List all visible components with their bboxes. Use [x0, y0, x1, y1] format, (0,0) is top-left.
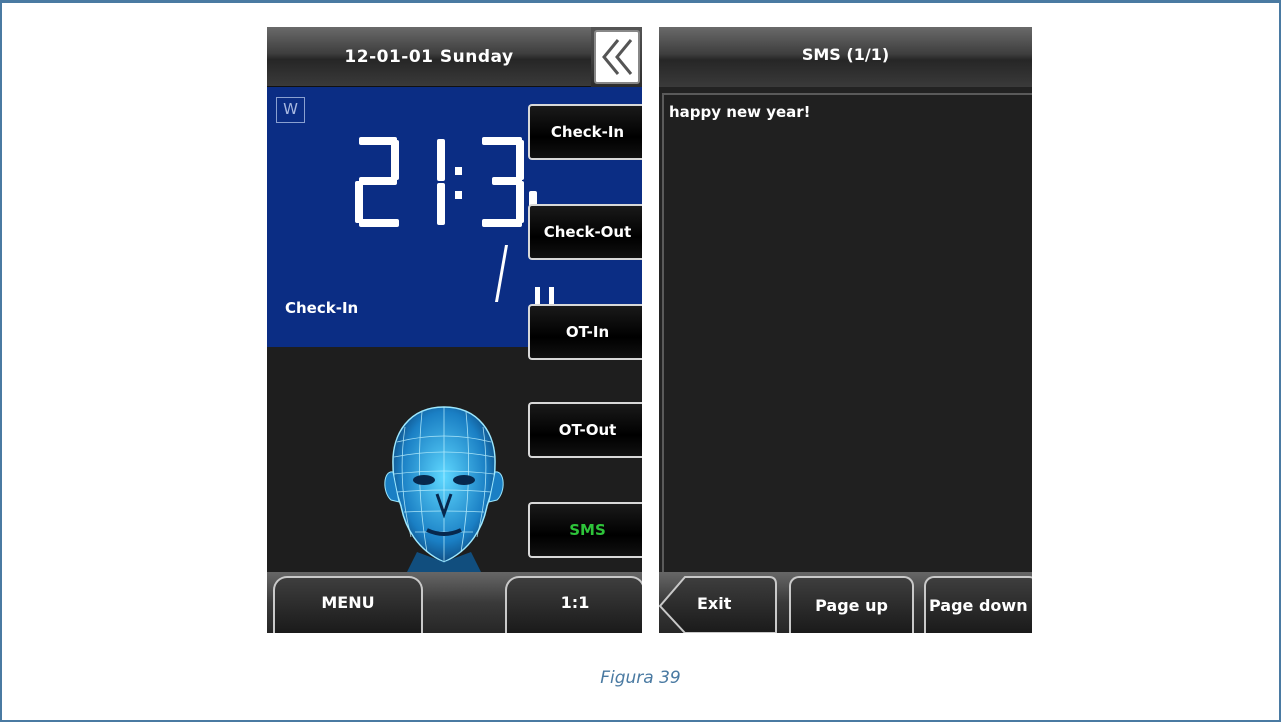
- sms-title: SMS (1/1): [659, 27, 1032, 87]
- date-bar: 12-01-01 Sunday: [267, 27, 591, 87]
- message-text: happy new year!: [669, 103, 811, 121]
- sms-screen: SMS (1/1) happy new year! Exit Page up P…: [659, 27, 1032, 633]
- face-icon: [384, 406, 504, 572]
- check-in-button[interactable]: Check-In: [528, 104, 642, 160]
- collapse-button[interactable]: [591, 27, 642, 87]
- verify-mode-button[interactable]: 1:1: [505, 576, 642, 633]
- check-out-button[interactable]: Check-Out: [528, 204, 642, 260]
- bottom-bar: MENU 1:1: [267, 572, 642, 633]
- ot-out-button[interactable]: OT-Out: [528, 402, 642, 458]
- figure-caption: Figura 39: [600, 668, 681, 688]
- menu-button[interactable]: MENU: [273, 576, 423, 633]
- double-chevron-left-icon: [602, 39, 633, 75]
- attendance-status: Check-In: [285, 299, 359, 317]
- page-down-button[interactable]: Page down: [924, 576, 1032, 633]
- date-label: 12-01-01 Sunday: [344, 47, 514, 67]
- exit-button[interactable]: Exit: [659, 576, 777, 633]
- exit-label: Exit: [697, 594, 732, 613]
- message-area: happy new year!: [662, 93, 1032, 593]
- sms-bottom-bar: Exit Page up Page down: [659, 572, 1032, 633]
- ot-in-button[interactable]: OT-In: [528, 304, 642, 360]
- attendance-main-screen: 12-01-01 Sunday W Check-In Check-In Chec…: [267, 27, 642, 633]
- page-up-button[interactable]: Page up: [789, 576, 914, 633]
- sms-button[interactable]: SMS: [528, 502, 642, 558]
